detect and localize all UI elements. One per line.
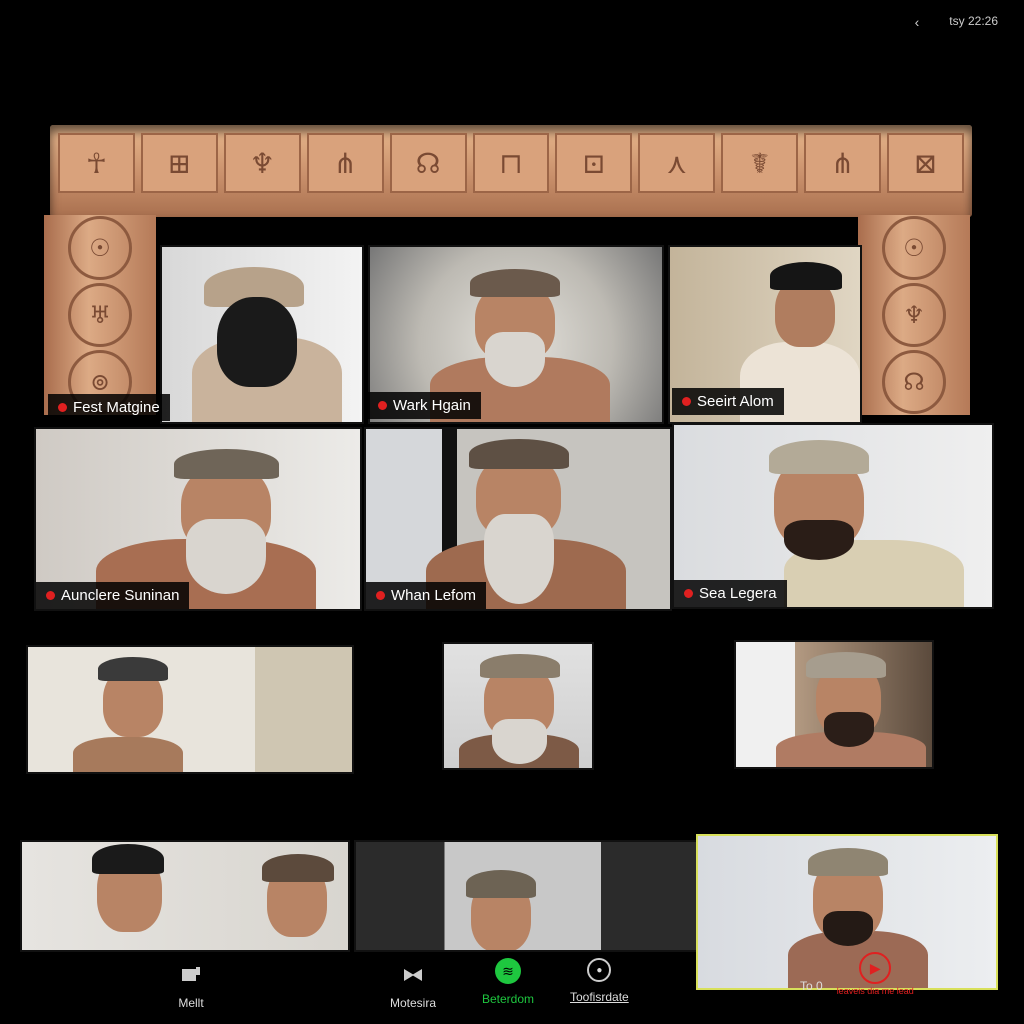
play-icon: ▶	[859, 952, 892, 984]
clock: tsy 22:26	[949, 14, 998, 28]
back-chevron-icon[interactable]: ‹	[915, 14, 920, 30]
carved-glyph: ⊓	[472, 133, 550, 193]
recording-dot-icon	[682, 397, 691, 406]
participant-name-label: Aunclere Suninan	[36, 582, 190, 609]
end-button[interactable]: To 0 ▶ leaveis dia me lead	[800, 952, 914, 996]
record-icon: ●	[587, 958, 612, 982]
participant-name-label: Whan Lefom	[366, 582, 487, 609]
video-tile[interactable]	[442, 642, 594, 770]
carved-glyph: ⋔	[804, 133, 882, 193]
video-tile[interactable]	[734, 640, 934, 769]
record-button[interactable]: ● Toofisrdate	[570, 958, 629, 1004]
participant-name-label: Fest Matgine	[48, 394, 170, 421]
video-tile[interactable]: Aunclere Suninan	[34, 427, 362, 611]
video-tile[interactable]	[354, 840, 698, 952]
carved-pillar-left: ☉ ♅ ⊚	[44, 215, 156, 415]
video-tile[interactable]	[26, 645, 354, 774]
carved-glyph: ☤	[721, 133, 799, 193]
camera-icon	[400, 962, 426, 988]
mic-icon	[178, 962, 204, 988]
recording-dot-icon	[58, 403, 67, 412]
video-tile[interactable]	[160, 245, 364, 424]
carved-glyph: ⊡	[555, 133, 633, 193]
video-tile[interactable]	[20, 840, 350, 952]
carved-glyph: ⋔	[306, 133, 384, 193]
carved-glyph: ⊞	[140, 133, 218, 193]
recording-dot-icon	[684, 589, 693, 598]
carved-glyph: ⋏	[638, 133, 716, 193]
carved-medallion: ☊	[882, 349, 946, 414]
status-bar: ‹ tsy 22:26	[915, 14, 998, 30]
video-button[interactable]: Motesira	[390, 962, 436, 1010]
recording-dot-icon	[46, 591, 55, 600]
carved-glyph: ☊	[389, 133, 467, 193]
spotify-icon: ≋	[495, 958, 522, 984]
share-button[interactable]: ≋ Beterdom	[482, 958, 534, 1006]
carved-frame-lintel: ☥ ⊞ ♆ ⋔ ☊ ⊓ ⊡ ⋏ ☤ ⋔ ⊠	[50, 125, 972, 217]
participant-name-label: Seeirt Alom	[672, 388, 784, 415]
carved-medallion: ☉	[68, 216, 132, 281]
carved-medallion: ♆	[882, 282, 946, 347]
carved-pillar-right: ☉ ♆ ☊	[858, 215, 970, 415]
carved-glyph: ⊠	[887, 133, 964, 193]
video-tile[interactable]: Whan Lefom	[364, 427, 672, 611]
participant-name-label: Wark Hgain	[368, 392, 481, 419]
participant-name-label: Sea Legera	[674, 580, 787, 607]
carved-glyph: ♆	[223, 133, 301, 193]
meeting-toolbar: Mellt Motesira ≋ Beterdom ● Toofisrdate …	[0, 950, 1024, 1024]
video-tile[interactable]: Sea Legera	[672, 423, 994, 609]
carved-glyph: ☥	[58, 133, 135, 193]
recording-dot-icon	[376, 591, 385, 600]
carved-medallion: ☉	[882, 216, 946, 281]
recording-dot-icon	[378, 401, 387, 410]
mute-button[interactable]: Mellt	[178, 962, 204, 1010]
carved-medallion: ♅	[68, 282, 132, 347]
